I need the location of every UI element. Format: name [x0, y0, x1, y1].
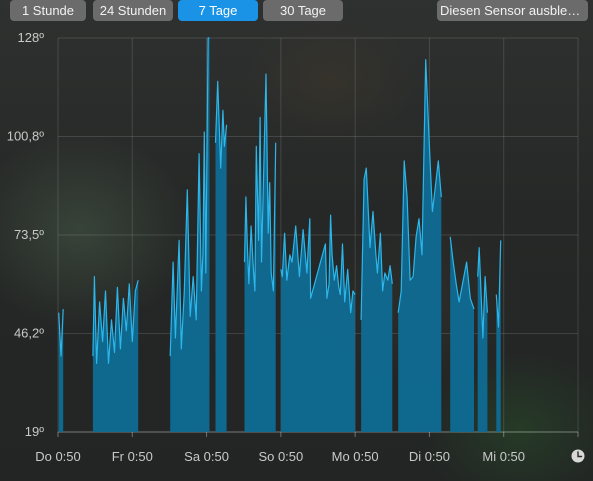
y-tick-label: 73,5º: [14, 227, 44, 242]
y-tick-label: 128º: [18, 30, 45, 45]
series-area: [92, 276, 139, 432]
x-tick-label: So 0:50: [258, 449, 303, 464]
series-area: [398, 59, 442, 432]
x-tick-label: Di 0:50: [409, 449, 450, 464]
series-area: [361, 168, 393, 432]
x-tick-label: Do 0:50: [35, 449, 81, 464]
sensor-history-chart: 128º 100,8º 73,5º 46,2º 19º Do 0:50 Fr 0:50 Sa…: [7, 30, 585, 464]
y-tick-label: 100,8º: [7, 129, 45, 144]
x-tick-label: Fr 0:50: [112, 449, 153, 464]
x-tick-label: Mo 0:50: [332, 449, 379, 464]
series-area: [477, 247, 488, 432]
x-axis-labels: Do 0:50 Fr 0:50 Sa 0:50 So 0:50 Mo 0:50 Di 0:…: [35, 449, 525, 464]
clock-icon[interactable]: [571, 449, 585, 463]
x-tick-label: Mi 0:50: [482, 449, 525, 464]
series-area: [215, 81, 227, 433]
y-tick-label: 46,2º: [14, 326, 44, 341]
y-axis-labels: 128º 100,8º 73,5º 46,2º 19º: [7, 30, 45, 439]
series-area: [280, 215, 356, 432]
y-tick-label: 19º: [25, 424, 44, 439]
x-tick-label: Sa 0:50: [184, 449, 229, 464]
